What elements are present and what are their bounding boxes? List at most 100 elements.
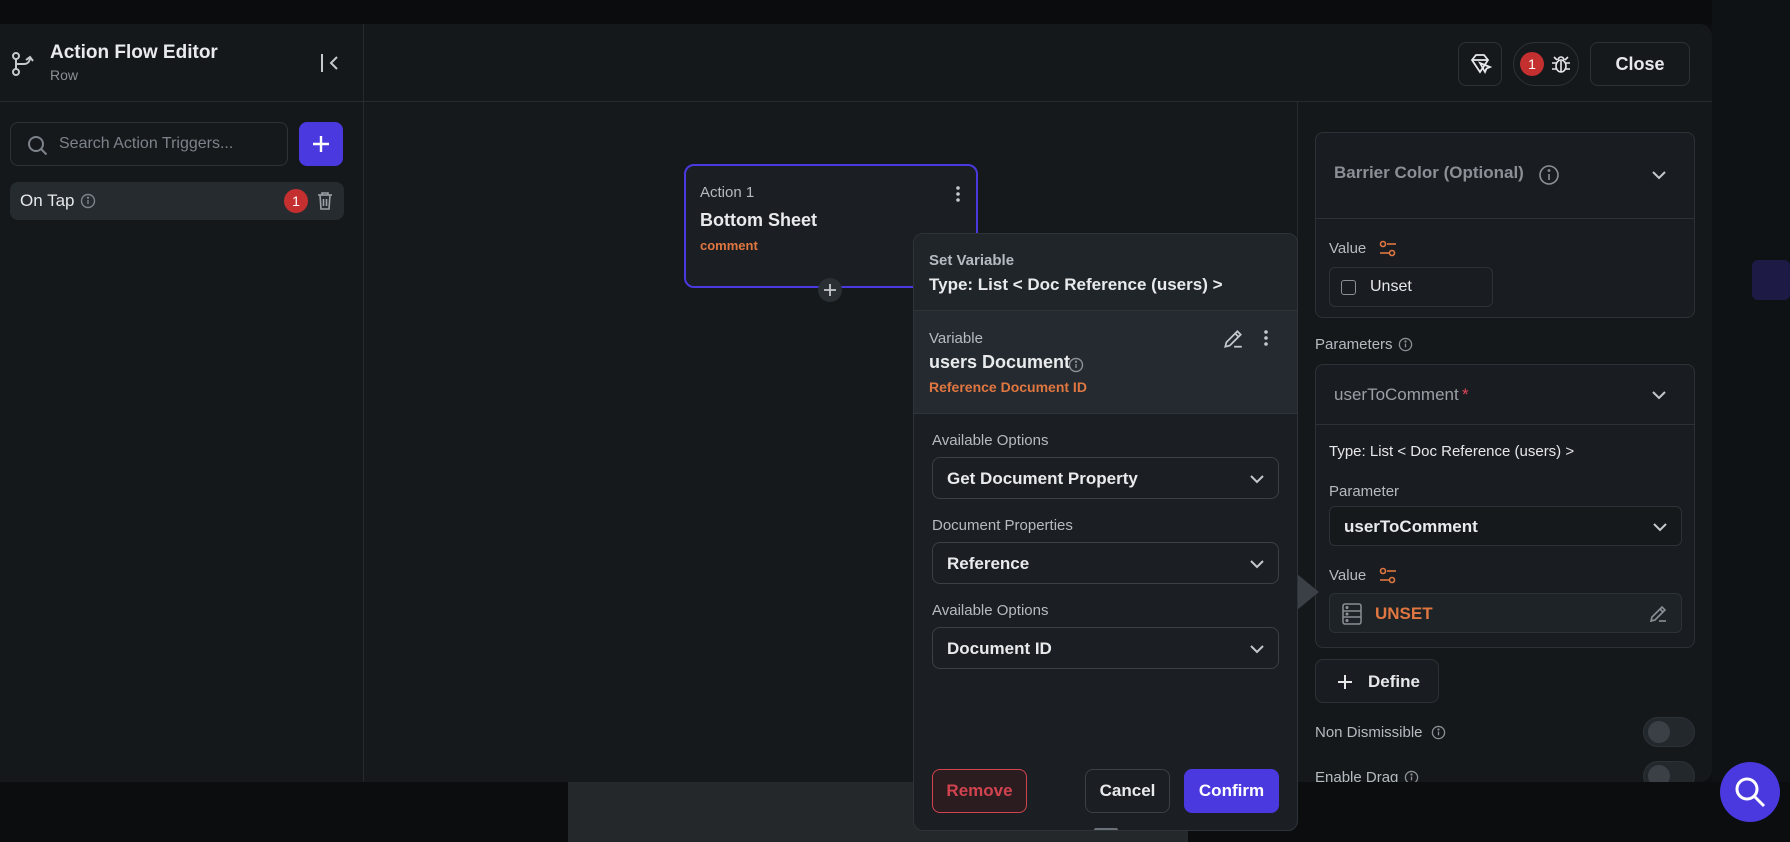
node-label: Action 1 [700, 184, 755, 201]
backdrop-hint [1752, 260, 1790, 300]
bug-icon [1552, 56, 1570, 73]
drag-handle-bottom[interactable] [1094, 828, 1118, 830]
set-variable-popover: Set Variable Type: List < Doc Reference … [913, 233, 1298, 831]
collapse-panel-icon[interactable] [318, 50, 344, 76]
set-variable-label: Set Variable [929, 252, 1015, 269]
parameters-label: Parameters [1315, 336, 1393, 353]
document-properties-label: Document Properties [932, 517, 1073, 534]
document-properties-value: Reference [947, 554, 1030, 573]
cancel-button[interactable]: Cancel [1085, 769, 1170, 813]
debug-button[interactable]: 1 [1513, 42, 1579, 86]
action-flow-editor-modal: Action Flow Editor Row On Tap 1 1 [0, 24, 1712, 782]
debug-error-badge: 1 [1520, 52, 1544, 76]
popover-pointer [1297, 574, 1319, 610]
info-icon[interactable] [1538, 164, 1560, 186]
chevron-down-icon[interactable] [1650, 386, 1668, 404]
chevron-down-icon [1250, 560, 1264, 569]
left-pane: Action Flow Editor Row On Tap 1 [0, 24, 364, 782]
more-vertical-icon[interactable] [1256, 328, 1276, 348]
trash-icon[interactable] [316, 191, 334, 211]
available-options-label: Available Options [932, 432, 1049, 449]
available-options-select-2[interactable]: Document ID [932, 627, 1279, 669]
required-marker: * [1462, 385, 1469, 404]
non-dismissible-label: Non Dismissible [1315, 724, 1423, 741]
search-action-triggers[interactable] [10, 122, 288, 166]
action-flow-icon [12, 52, 34, 76]
toggle-knob [1648, 721, 1670, 743]
info-icon[interactable] [1398, 337, 1413, 352]
plus-icon [1338, 675, 1352, 689]
unset-checkbox-field[interactable]: Unset [1329, 267, 1493, 307]
value-label: Value [1329, 240, 1367, 257]
remove-button[interactable]: Remove [932, 769, 1027, 813]
available-options-value: Get Document Property [947, 469, 1138, 488]
value-label: Value [1329, 567, 1367, 584]
define-button[interactable]: Define [1315, 659, 1439, 703]
variable-settings-icon[interactable] [1378, 239, 1398, 259]
variable-label: Variable [929, 330, 983, 347]
properties-pane: Barrier Color (Optional) Value Unset Par… [1297, 102, 1712, 782]
search-icon [28, 136, 48, 156]
checkbox[interactable] [1341, 280, 1356, 295]
chevron-down-icon[interactable] [1650, 166, 1668, 184]
parameter-select-value: userToComment [1344, 517, 1478, 536]
database-icon [1342, 603, 1362, 625]
top-toolbar: 1 Close [364, 24, 1712, 102]
node-subtitle: comment [700, 238, 758, 253]
parameter-header[interactable]: userToComment * [1316, 365, 1694, 425]
variable-settings-icon[interactable] [1378, 566, 1398, 586]
left-header: Action Flow Editor Row [0, 24, 363, 102]
unset-value: UNSET [1375, 604, 1433, 623]
popover-header: Set Variable Type: List < Doc Reference … [914, 234, 1297, 311]
search-input[interactable] [59, 123, 279, 165]
barrier-color-card: Barrier Color (Optional) Value Unset [1315, 132, 1695, 318]
confirm-button[interactable]: Confirm [1184, 769, 1279, 813]
add-action-button[interactable] [818, 278, 842, 302]
available-options-select[interactable]: Get Document Property [932, 457, 1279, 499]
parameter-type: Type: List < Doc Reference (users) > [1329, 443, 1575, 460]
edit-icon[interactable] [1648, 604, 1668, 624]
parameter-label: Parameter [1329, 483, 1400, 500]
parameter-name: userToComment [1334, 385, 1459, 404]
chevron-down-icon [1653, 523, 1667, 532]
search-icon [1735, 777, 1766, 808]
chevron-down-icon [1250, 475, 1264, 484]
edit-icon[interactable] [1222, 328, 1244, 350]
available-options-value-2: Document ID [947, 639, 1052, 658]
plus-icon [824, 284, 836, 296]
define-label: Define [1368, 672, 1420, 691]
help-search-button[interactable] [1720, 762, 1780, 822]
barrier-color-title: Barrier Color (Optional) [1334, 163, 1524, 182]
more-vertical-icon[interactable] [948, 184, 968, 204]
document-properties-select[interactable]: Reference [932, 542, 1279, 584]
variable-name: users Document [929, 352, 1071, 372]
info-icon[interactable] [80, 193, 96, 209]
info-icon[interactable] [1404, 770, 1419, 782]
barrier-color-header[interactable]: Barrier Color (Optional) [1316, 133, 1694, 219]
backdrop-top [0, 0, 1790, 24]
toggle-knob [1648, 765, 1670, 782]
variable-section[interactable]: Variable users Document Reference Docume… [914, 311, 1297, 414]
magic-action-button[interactable] [1458, 42, 1502, 86]
unset-label: Unset [1370, 278, 1412, 295]
trigger-label: On Tap [20, 191, 75, 210]
chevron-down-icon [1250, 645, 1264, 654]
available-options-label-2: Available Options [932, 602, 1049, 619]
value-unset-field[interactable]: UNSET [1329, 593, 1682, 633]
page-subtitle: Row [50, 67, 79, 83]
enable-drag-label: Enable Drag [1315, 769, 1399, 782]
diamond-cursor-icon [1470, 54, 1492, 75]
backdrop-right [1712, 0, 1790, 782]
non-dismissible-toggle[interactable] [1643, 717, 1695, 747]
variable-type: Type: List < Doc Reference (users) > [929, 275, 1223, 294]
enable-drag-toggle[interactable] [1643, 761, 1695, 782]
add-trigger-button[interactable] [299, 122, 343, 166]
info-icon[interactable] [1068, 357, 1084, 373]
variable-subtitle: Reference Document ID [929, 379, 1087, 395]
info-icon[interactable] [1431, 725, 1446, 740]
node-title: Bottom Sheet [700, 210, 817, 230]
parameter-select[interactable]: userToComment [1329, 506, 1682, 546]
close-button[interactable]: Close [1590, 42, 1690, 86]
trigger-item-on-tap[interactable]: On Tap 1 [10, 182, 344, 220]
error-count-badge: 1 [284, 189, 308, 213]
